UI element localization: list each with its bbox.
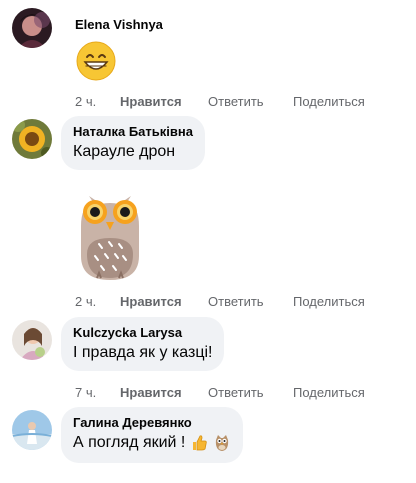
reply-button[interactable]: Ответить: [208, 94, 264, 109]
grinning-emoji: [75, 40, 117, 82]
comment-3: Kulczycka Larysa І правда як у казці! 7 …: [0, 315, 416, 405]
comment-bubble: Kulczycka Larysa І правда як у казці!: [61, 317, 225, 371]
comment-2: Наталка Батьківна Карауле дрон 2 ч. Нрав…: [0, 115, 416, 315]
avatar[interactable]: [12, 8, 52, 48]
comment-author[interactable]: Галина Деревянко: [73, 415, 231, 430]
comment-text: Карауле дрон: [73, 143, 176, 160]
comment-text: А погляд який !: [73, 434, 186, 451]
share-button[interactable]: Поделиться: [293, 385, 365, 400]
avatar[interactable]: [12, 320, 52, 360]
comment-author[interactable]: Kulczycka Larysa: [73, 325, 212, 340]
comment-time[interactable]: 7 ч.: [75, 385, 96, 400]
like-button[interactable]: Нравится: [120, 294, 182, 309]
comment-bubble: Галина Деревянко А погляд який !: [61, 407, 243, 463]
reply-button[interactable]: Ответить: [208, 294, 264, 309]
share-button[interactable]: Поделиться: [293, 294, 365, 309]
like-button[interactable]: Нравится: [120, 94, 182, 109]
reply-button[interactable]: Ответить: [208, 385, 264, 400]
comment-text: І правда як у казці!: [73, 344, 213, 361]
comment-time[interactable]: 2 ч.: [75, 94, 96, 109]
owl-icon: [213, 434, 231, 453]
comment-4: Галина Деревянко А погляд який !: [0, 405, 416, 483]
share-button[interactable]: Поделиться: [293, 94, 365, 109]
owl-sticker: [75, 194, 145, 282]
like-button[interactable]: Нравится: [120, 385, 182, 400]
comment-time[interactable]: 2 ч.: [75, 294, 96, 309]
comment-author[interactable]: Elena Vishnya: [75, 17, 163, 32]
comment-text-row: А погляд який !: [73, 434, 231, 454]
comment-1: Elena Vishnya 2 ч. Нравится Ответить Под…: [0, 0, 416, 115]
thumbs-up-icon: [190, 434, 213, 453]
avatar[interactable]: [12, 119, 52, 159]
avatar[interactable]: [12, 410, 52, 450]
comment-bubble: Наталка Батьківна Карауле дрон: [61, 116, 205, 170]
comment-author[interactable]: Наталка Батьківна: [73, 124, 193, 139]
